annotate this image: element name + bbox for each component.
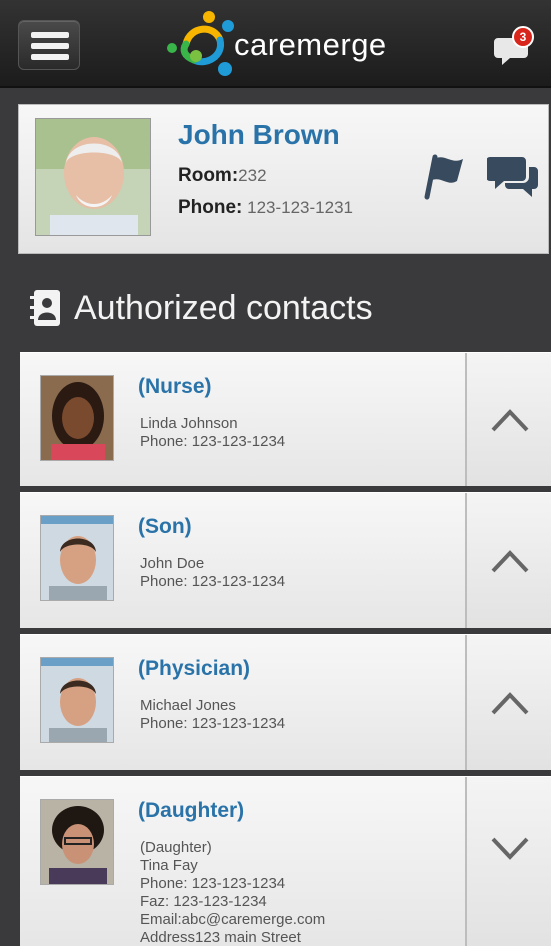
room-label: Room: [178,165,239,186]
notifications-button[interactable]: 3 [494,24,538,68]
contact-name: Linda Johnson [140,415,238,432]
flag-icon [424,154,463,200]
flag-button[interactable] [421,151,467,201]
contact-address: Address123 main Street [140,929,301,946]
contact-name: John Doe [140,555,205,572]
contact-card-daughter[interactable]: (Daughter) (Daughter) Tina Fay Phone: 12… [20,776,551,946]
collapse-toggle-button[interactable] [465,777,551,946]
patient-phone: Phone: 123-123-1231 [178,197,353,219]
app-screen: caremerge 3 John Brown Room:232 Phone: 1… [0,0,551,946]
contact-details: (Daughter) Tina Fay Phone: 123-123-1234 … [140,839,325,946]
menu-button[interactable] [18,20,80,70]
logo-text: caremerge [234,27,387,62]
phone-value: 123-123-1231 [247,198,353,217]
caremerge-logo: caremerge [162,10,387,80]
contact-role: (Son) [138,515,192,538]
contact-name: Michael Jones [140,697,236,714]
notification-badge: 3 [512,26,534,48]
contact-details: Michael Jones Phone: 123-123-1234 [140,697,285,733]
contact-avatar [40,657,114,743]
patient-room: Room:232 [178,165,267,187]
chevron-down-icon [491,837,529,860]
section-title: Authorized contacts [74,288,373,327]
hamburger-menu-icon [31,32,69,38]
expand-toggle-button[interactable] [465,493,551,628]
chevron-up-icon [491,408,529,431]
contact-details: Linda Johnson Phone: 123-123-1234 [140,415,285,451]
contact-phone: Phone: 123-123-1234 [140,875,286,892]
patient-card[interactable]: John Brown Room:232 Phone: 123-123-1231 [18,104,549,254]
hamburger-menu-icon [31,54,69,60]
contact-name: Tina Fay [140,857,198,874]
contact-role: (Nurse) [138,375,212,398]
chat-icon [486,157,538,197]
contact-role: (Daughter) [138,799,245,822]
contact-avatar [40,799,114,885]
contact-card-son[interactable]: (Son) John Doe Phone: 123-123-1234 [20,492,551,628]
contact-email: Email:abc@caremerge.com [140,911,326,928]
phone-label: Phone: [178,197,243,218]
contact-card-nurse[interactable]: (Nurse) Linda Johnson Phone: 123-123-123… [20,352,551,486]
contact-avatar [40,515,114,601]
contact-relation: (Daughter) [140,839,212,856]
contact-phone: Phone: 123-123-1234 [140,715,286,732]
contact-avatar [40,375,114,461]
expand-toggle-button[interactable] [465,635,551,770]
room-value: 232 [238,166,267,185]
caremerge-logo-icon [167,11,234,76]
authorized-contacts-header: Authorized contacts [30,285,373,331]
expand-toggle-button[interactable] [465,353,551,486]
chat-button[interactable] [486,153,539,201]
patient-name: John Brown [178,119,340,150]
address-book-icon [30,290,60,326]
hamburger-menu-icon [31,43,69,49]
top-bar: caremerge 3 [0,0,551,88]
patient-avatar [35,118,151,236]
contact-role: (Physician) [138,657,251,680]
chevron-up-icon [491,691,529,714]
chevron-up-icon [491,549,529,572]
contact-phone: Phone: 123-123-1234 [140,433,286,450]
contact-fax: Faz: 123-123-1234 [140,893,267,910]
contact-phone: Phone: 123-123-1234 [140,573,286,590]
contact-details: John Doe Phone: 123-123-1234 [140,555,285,591]
contact-card-physician[interactable]: (Physician) Michael Jones Phone: 123-123… [20,634,551,770]
